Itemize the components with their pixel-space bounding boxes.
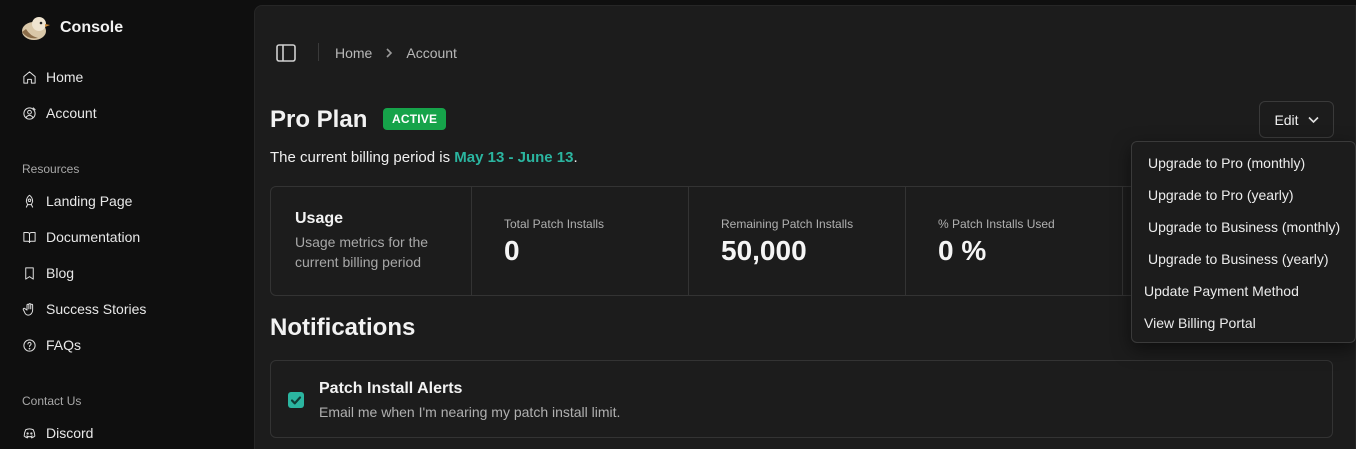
billing-period: The current billing period is May 13 - J… bbox=[270, 149, 578, 166]
notifications-title: Notifications bbox=[270, 314, 416, 341]
billing-prefix: The current billing period is bbox=[270, 149, 455, 166]
usage-title: Usage bbox=[295, 210, 344, 227]
brand-name: Console bbox=[60, 19, 124, 36]
sidebar-toggle-icon[interactable] bbox=[276, 44, 296, 62]
metric-total-installs: Total Patch Installs 0 bbox=[472, 187, 689, 295]
brand[interactable]: Console bbox=[20, 14, 123, 42]
sidebar-item-landing-page[interactable]: Landing Page bbox=[22, 191, 132, 211]
alert-title: Patch Install Alerts bbox=[319, 380, 463, 397]
menu-item-upgrade-pro-yearly[interactable]: Upgrade to Pro (yearly) bbox=[1148, 187, 1294, 203]
section-label-resources: Resources bbox=[22, 162, 80, 176]
alert-checkbox[interactable] bbox=[288, 392, 304, 408]
metric-value: 0 % bbox=[938, 235, 987, 266]
sidebar-item-label: Documentation bbox=[46, 229, 141, 245]
chevron-down-icon bbox=[1307, 116, 1319, 124]
sidebar-item-label: FAQs bbox=[46, 337, 82, 353]
usage-description: Usage metrics for the current billing pe… bbox=[295, 234, 429, 270]
alert-description: Email me when I'm nearing my patch insta… bbox=[319, 404, 621, 420]
sidebar-item-faqs[interactable]: FAQs bbox=[22, 335, 81, 355]
menu-item-upgrade-business-yearly[interactable]: Upgrade to Business (yearly) bbox=[1148, 251, 1329, 267]
patch-install-alerts-card: Patch Install Alerts Email me when I'm n… bbox=[270, 360, 1333, 438]
breadcrumb: Home Account bbox=[335, 45, 457, 61]
billing-dates: May 13 - June 13 bbox=[454, 149, 574, 166]
sidebar-item-label: Success Stories bbox=[46, 301, 147, 317]
breadcrumb-home[interactable]: Home bbox=[335, 45, 372, 61]
edit-button[interactable]: Edit bbox=[1259, 101, 1334, 138]
sidebar-item-label: Home bbox=[46, 69, 84, 85]
hand-wave-icon bbox=[22, 302, 34, 316]
sidebar-item-account[interactable]: Account bbox=[22, 103, 97, 123]
usage-card: Usage Usage metrics for the current bill… bbox=[270, 186, 1150, 296]
menu-item-view-billing-portal[interactable]: View Billing Portal bbox=[1144, 315, 1256, 331]
account-icon bbox=[23, 106, 36, 120]
billing-suffix: . bbox=[573, 149, 578, 166]
status-badge: ACTIVE bbox=[383, 108, 447, 130]
usage-header: Usage Usage metrics for the current bill… bbox=[271, 187, 472, 295]
bookmark-icon bbox=[25, 266, 34, 280]
sidebar-item-label: Blog bbox=[46, 265, 75, 281]
section-label-contact: Contact Us bbox=[22, 394, 82, 408]
metric-label: Remaining Patch Installs bbox=[721, 217, 854, 231]
sidebar-item-home[interactable]: Home bbox=[22, 67, 83, 87]
breadcrumb-account: Account bbox=[406, 45, 457, 61]
metric-value: 0 bbox=[504, 235, 520, 266]
sidebar-item-documentation[interactable]: Documentation bbox=[22, 227, 140, 247]
menu-item-update-payment-method[interactable]: Update Payment Method bbox=[1144, 283, 1299, 299]
metric-label: % Patch Installs Used bbox=[938, 217, 1055, 231]
rocket-icon bbox=[25, 194, 34, 208]
bird-logo-icon bbox=[22, 17, 50, 40]
edit-button-label: Edit bbox=[1274, 111, 1299, 128]
book-open-icon bbox=[23, 231, 36, 243]
edit-dropdown-menu: Upgrade to Pro (monthly) Upgrade to Pro … bbox=[1131, 141, 1356, 343]
topbar-divider bbox=[318, 43, 319, 61]
metric-percent-used: % Patch Installs Used 0 % bbox=[906, 187, 1123, 295]
metric-remaining-installs: Remaining Patch Installs 50,000 bbox=[689, 187, 906, 295]
sidebar-item-label: Landing Page bbox=[46, 193, 133, 209]
home-icon bbox=[23, 70, 36, 84]
sidebar: Console Home Account Resources Landing P… bbox=[0, 0, 254, 449]
menu-item-upgrade-pro-monthly[interactable]: Upgrade to Pro (monthly) bbox=[1148, 155, 1305, 171]
sidebar-item-blog[interactable]: Blog bbox=[22, 263, 74, 283]
help-circle-icon bbox=[23, 338, 36, 352]
menu-item-upgrade-business-monthly[interactable]: Upgrade to Business (monthly) bbox=[1148, 219, 1340, 235]
sidebar-item-discord[interactable]: Discord bbox=[22, 423, 93, 443]
sidebar-item-label: Account bbox=[46, 105, 97, 121]
sidebar-item-success-stories[interactable]: Success Stories bbox=[22, 299, 146, 319]
sidebar-item-label: Discord bbox=[46, 425, 94, 441]
metric-value: 50,000 bbox=[721, 235, 807, 266]
plan-title: Pro Plan bbox=[270, 106, 368, 133]
chevron-right-icon bbox=[386, 48, 393, 58]
metric-label: Total Patch Installs bbox=[504, 217, 605, 231]
check-icon bbox=[290, 396, 302, 405]
discord-icon bbox=[23, 427, 36, 438]
